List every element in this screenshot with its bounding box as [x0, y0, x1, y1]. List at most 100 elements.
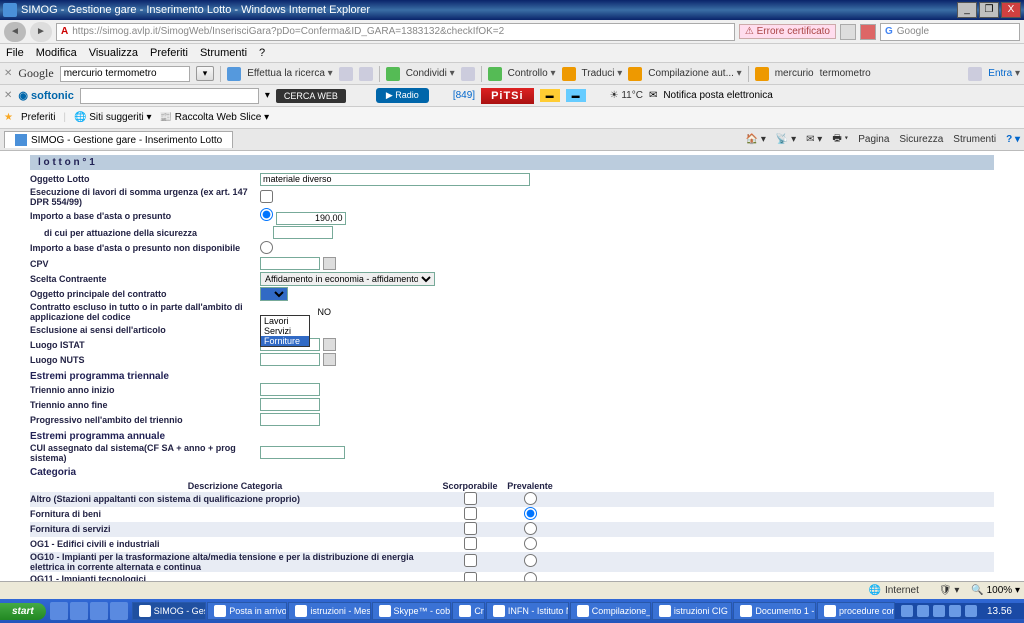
- cert-error-badge[interactable]: ⚠ Errore certificato: [739, 24, 836, 39]
- clock[interactable]: 13.56: [981, 606, 1018, 617]
- taskbar-task[interactable]: Cri: [452, 602, 485, 620]
- dd-opt-forniture[interactable]: Forniture: [261, 336, 309, 346]
- browser-search-input[interactable]: G Google: [880, 23, 1020, 41]
- protected-mode[interactable]: 🛡 ▾: [939, 585, 960, 596]
- tray-icon-4[interactable]: [949, 605, 961, 617]
- tri-inizio-input[interactable]: [260, 383, 320, 396]
- menu-strumenti[interactable]: Strumenti: [200, 47, 247, 59]
- oggprinc-dropdown-list[interactable]: Lavori Servizi Forniture: [260, 315, 310, 347]
- prevalente-radio[interactable]: [524, 522, 537, 535]
- menu-modifica[interactable]: Modifica: [36, 47, 77, 59]
- menu-visualizza[interactable]: Visualizza: [89, 47, 138, 59]
- back-button[interactable]: ◄: [4, 22, 26, 42]
- scorporabile-checkbox[interactable]: [464, 554, 477, 567]
- close-toolbar-icon[interactable]: ✕: [4, 68, 12, 79]
- google-search-button[interactable]: ▾: [196, 66, 215, 81]
- tray-icon-5[interactable]: [965, 605, 977, 617]
- scorporabile-checkbox[interactable]: [464, 492, 477, 505]
- page-menu[interactable]: Pagina: [858, 134, 889, 145]
- prevalente-radio[interactable]: [524, 554, 537, 567]
- mail-icon[interactable]: ✉: [649, 90, 657, 101]
- badge-count[interactable]: [849]: [453, 90, 475, 101]
- taskbar-task[interactable]: Documento 1 - Mic...: [733, 602, 816, 620]
- scorporabile-checkbox[interactable]: [464, 522, 477, 535]
- tray-icon-3[interactable]: [933, 605, 945, 617]
- prevalente-radio[interactable]: [524, 492, 537, 505]
- scorporabile-checkbox[interactable]: [464, 507, 477, 520]
- radio-button[interactable]: ▶ Radio: [376, 88, 429, 103]
- ql-icon-4[interactable]: [110, 602, 128, 620]
- taskbar-task[interactable]: procedure con CI...: [817, 602, 895, 620]
- entra-link[interactable]: Entra: [988, 68, 1020, 79]
- importo-presunto-input[interactable]: [276, 212, 346, 225]
- translate-icon[interactable]: [562, 67, 576, 81]
- scorporabile-checkbox[interactable]: [464, 572, 477, 582]
- highlight-icon[interactable]: [755, 67, 769, 81]
- tray-icon-2[interactable]: [917, 605, 929, 617]
- menu-preferiti[interactable]: Preferiti: [150, 47, 188, 59]
- menu-file[interactable]: File: [6, 47, 24, 59]
- notifica-posta[interactable]: Notifica posta elettronica: [663, 90, 773, 101]
- autofill-icon[interactable]: [628, 67, 642, 81]
- taskbar-task[interactable]: Posta in arrivo in I...: [207, 602, 287, 620]
- nondisp-radio[interactable]: [260, 241, 273, 254]
- tri-fine-input[interactable]: [260, 398, 320, 411]
- prevalente-radio[interactable]: [524, 537, 537, 550]
- sicurezza-input[interactable]: [273, 226, 333, 239]
- search-icon[interactable]: [227, 67, 241, 81]
- address-bar[interactable]: A https://simog.avlp.it/SimogWeb/Inseris…: [56, 23, 735, 41]
- suggested-sites[interactable]: 🌐 Siti suggeriti ▾: [74, 112, 152, 123]
- ql-ie-icon[interactable]: [50, 602, 68, 620]
- close-softonic-icon[interactable]: ✕: [4, 90, 12, 101]
- oggprinc-select[interactable]: [260, 287, 288, 301]
- share-icon[interactable]: [386, 67, 400, 81]
- cpv-input[interactable]: [260, 257, 320, 270]
- weather-temp[interactable]: ☀ 11°C: [610, 90, 643, 101]
- kw-termometro[interactable]: termometro: [820, 68, 871, 79]
- softonic-search-input[interactable]: [80, 88, 259, 104]
- ql-desktop-icon[interactable]: [70, 602, 88, 620]
- tools-menu[interactable]: Strumenti: [953, 134, 996, 145]
- compilazione[interactable]: Compilazione aut...: [648, 68, 741, 79]
- settings-icon[interactable]: [968, 67, 982, 81]
- favorites-star-icon[interactable]: ★: [4, 112, 13, 123]
- istat-lookup-icon[interactable]: [323, 338, 336, 351]
- oggetto-lotto-input[interactable]: [260, 173, 530, 186]
- print-icon[interactable]: 🖶 ▾: [832, 131, 848, 148]
- cerca-web-button[interactable]: CERCA WEB: [276, 89, 346, 103]
- taskbar-task[interactable]: Compilazione_sch...: [570, 602, 651, 620]
- maximize-button[interactable]: ❐: [979, 2, 999, 18]
- dd-opt-lavori[interactable]: Lavori: [261, 316, 309, 326]
- controllo[interactable]: Controllo: [508, 68, 556, 79]
- nuts-lookup-icon[interactable]: [323, 353, 336, 366]
- effettua-ricerca[interactable]: Effettua la ricerca: [247, 68, 332, 79]
- taskbar-task[interactable]: istruzioni - Messag...: [288, 602, 370, 620]
- preferiti-button[interactable]: Preferiti: [21, 112, 55, 123]
- forward-button[interactable]: ►: [30, 22, 52, 42]
- sf-badge-2[interactable]: ▬: [566, 89, 586, 102]
- browser-tab[interactable]: SIMOG - Gestione gare - Inserimento Lott…: [4, 131, 233, 148]
- softonic-search-dd[interactable]: ▾: [265, 90, 270, 101]
- start-button[interactable]: start: [0, 603, 46, 620]
- tb-icon-3[interactable]: [461, 67, 475, 81]
- ql-firefox-icon[interactable]: [90, 602, 108, 620]
- tray-icon-1[interactable]: [901, 605, 913, 617]
- tb-icon-2[interactable]: [359, 67, 373, 81]
- traduci[interactable]: Traduci: [582, 68, 623, 79]
- close-button[interactable]: X: [1001, 2, 1021, 18]
- dd-opt-servizi[interactable]: Servizi: [261, 326, 309, 336]
- stop-button[interactable]: [860, 24, 876, 40]
- pitsi-logo[interactable]: PiTSi: [481, 88, 534, 104]
- tb-icon-1[interactable]: [339, 67, 353, 81]
- mail-tool-icon[interactable]: ✉ ▾: [806, 134, 822, 145]
- sf-badge-1[interactable]: ▬: [540, 89, 560, 102]
- menu-help[interactable]: ?: [259, 47, 265, 59]
- esecuzione-checkbox[interactable]: [260, 190, 273, 203]
- prevalente-radio[interactable]: [524, 507, 537, 520]
- prevalente-radio[interactable]: [524, 572, 537, 582]
- feeds-icon[interactable]: 📡 ▾: [776, 134, 796, 145]
- taskbar-task[interactable]: INFN - Istituto Nazi...: [486, 602, 569, 620]
- security-menu[interactable]: Sicurezza: [899, 134, 943, 145]
- taskbar-task[interactable]: Skype™ - cobretti...: [372, 602, 452, 620]
- cui-input[interactable]: [260, 446, 345, 459]
